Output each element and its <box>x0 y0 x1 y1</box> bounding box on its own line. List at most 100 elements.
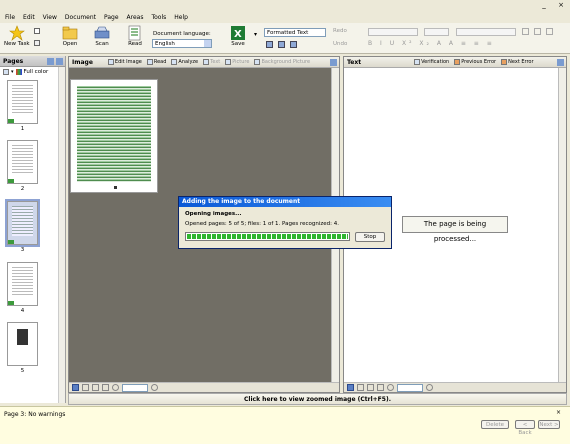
page-thumbnail-2[interactable] <box>7 140 38 184</box>
save-option-icon-3[interactable] <box>290 41 297 48</box>
read-page-button[interactable]: Read <box>146 59 167 65</box>
zoom-select[interactable] <box>397 383 423 392</box>
full-color-icon <box>15 68 22 75</box>
font-size-select[interactable] <box>424 28 449 36</box>
menu-page[interactable]: Page <box>104 14 119 21</box>
new-task-button[interactable]: New Task <box>4 25 30 47</box>
color-mode-bar: ▾ Full color <box>0 67 65 76</box>
fit-width-icon[interactable] <box>367 384 374 391</box>
fit-icon[interactable] <box>82 384 89 391</box>
paste-icon[interactable] <box>34 40 40 46</box>
redo-button[interactable]: Redo <box>333 28 347 34</box>
background-picture-label: Background Picture <box>261 59 311 65</box>
recognized-icon <box>8 179 14 183</box>
doc-language-value: English <box>155 41 175 47</box>
doc-language-select[interactable]: English <box>152 39 212 48</box>
analyze-button[interactable]: Analyze <box>171 59 198 65</box>
zoom-in-icon[interactable] <box>426 384 433 391</box>
save-format-value: Formatted Text <box>267 30 309 36</box>
pages-scrollbar[interactable] <box>58 67 65 403</box>
copy-icon[interactable] <box>34 28 40 34</box>
menu-help[interactable]: Help <box>174 14 188 21</box>
zoom-image-bar[interactable]: Click here to view zoomed image (Ctrl+F5… <box>68 393 567 405</box>
view-mode-icon[interactable] <box>3 68 9 75</box>
stop-button[interactable]: Stop <box>355 232 385 242</box>
new-task-label: New Task <box>4 41 30 47</box>
page-number-1: 1 <box>20 126 25 132</box>
view-mode-dropdown-icon[interactable]: ▾ <box>11 69 14 75</box>
back-button[interactable]: < Back <box>515 420 535 436</box>
picture-icon[interactable] <box>546 28 553 35</box>
previous-error-button[interactable]: Previous Error <box>454 59 496 65</box>
analyze-label: Analyze <box>178 59 199 65</box>
read-button[interactable]: Read <box>127 25 143 47</box>
save-dropdown-icon[interactable]: ▾ <box>254 31 257 38</box>
menu-view[interactable]: View <box>43 14 57 21</box>
minimize-button[interactable]: _ <box>539 1 549 10</box>
open-button[interactable]: Open <box>62 25 78 47</box>
panel-close-icon[interactable] <box>56 57 63 65</box>
save-option-icon-1[interactable] <box>266 41 273 48</box>
formatting-buttons[interactable]: B I U X² X₂ A A ≡ ≡ ≡ <box>368 40 495 47</box>
undo-button[interactable]: Undo <box>333 41 347 47</box>
recognized-icon <box>8 301 14 305</box>
page-number-4: 4 <box>20 308 25 314</box>
document-page-image[interactable] <box>70 79 158 193</box>
edit-image-button[interactable]: Edit Image <box>107 59 142 65</box>
page-thumbnail-3[interactable] <box>5 199 40 247</box>
dialog-status: Opened pages: 5 of 5; files: 1 of 1. Pag… <box>185 221 340 227</box>
menu-areas[interactable]: Areas <box>127 14 144 21</box>
picture-area-label: Picture <box>232 59 250 65</box>
save-option-icon-2[interactable] <box>278 41 285 48</box>
status-close-icon[interactable]: × <box>556 409 561 416</box>
chevron-down-icon <box>204 40 211 47</box>
delete-button[interactable]: Delete <box>481 420 509 429</box>
fit-width-icon[interactable] <box>92 384 99 391</box>
menu-tools[interactable]: Tools <box>151 14 166 21</box>
text-area-button[interactable]: Text <box>203 59 220 65</box>
zoom-select[interactable] <box>122 383 148 392</box>
zoom-out-icon[interactable] <box>112 384 119 391</box>
progress-fill <box>187 234 348 239</box>
page-thumbnail-1[interactable] <box>7 80 38 124</box>
style-select[interactable] <box>456 28 516 36</box>
excel-icon: X <box>231 26 245 40</box>
page-number-3: 3 <box>20 247 25 253</box>
close-button[interactable]: × <box>556 1 566 10</box>
picture-area-button[interactable]: Picture <box>225 59 249 65</box>
verification-button[interactable]: Verification <box>414 59 449 65</box>
page-number-5: 5 <box>20 368 25 374</box>
page-thumbnail-5[interactable] <box>7 322 38 366</box>
menu-document[interactable]: Document <box>65 14 96 21</box>
panel-close-icon[interactable] <box>330 58 337 66</box>
fit-icon[interactable] <box>357 384 364 391</box>
save-button[interactable]: X Save <box>230 25 246 47</box>
status-message: No warnings <box>28 411 66 418</box>
fit-page-icon[interactable] <box>377 384 384 391</box>
panel-close-icon[interactable] <box>557 58 564 66</box>
zoom-out-icon[interactable] <box>387 384 394 391</box>
next-button[interactable]: Next > <box>538 420 560 429</box>
menu-edit[interactable]: Edit <box>23 14 35 21</box>
read-icon <box>128 25 141 41</box>
image-bottom-bar <box>69 382 339 392</box>
zoom-down-icon[interactable] <box>72 384 79 391</box>
paragraph-icon[interactable] <box>522 28 529 35</box>
save-format-select[interactable]: Formatted Text <box>264 28 326 37</box>
pin-icon[interactable] <box>47 57 54 65</box>
page-thumbnail-4[interactable] <box>7 262 38 306</box>
menu-file[interactable]: File <box>5 14 15 21</box>
font-select[interactable] <box>368 28 418 36</box>
next-error-button[interactable]: Next Error <box>501 59 534 65</box>
fit-page-icon[interactable] <box>102 384 109 391</box>
read-page-label: Read <box>153 59 167 65</box>
background-picture-button[interactable]: Background Picture <box>254 59 310 65</box>
status-page: Page 3: <box>4 411 27 418</box>
zoom-down-icon[interactable] <box>347 384 354 391</box>
new-task-icon <box>8 25 25 41</box>
table-icon[interactable] <box>534 28 541 35</box>
zoom-in-icon[interactable] <box>151 384 158 391</box>
text-vscroll[interactable] <box>558 68 566 382</box>
scan-button[interactable]: Scan <box>94 25 110 47</box>
open-label: Open <box>62 41 78 47</box>
